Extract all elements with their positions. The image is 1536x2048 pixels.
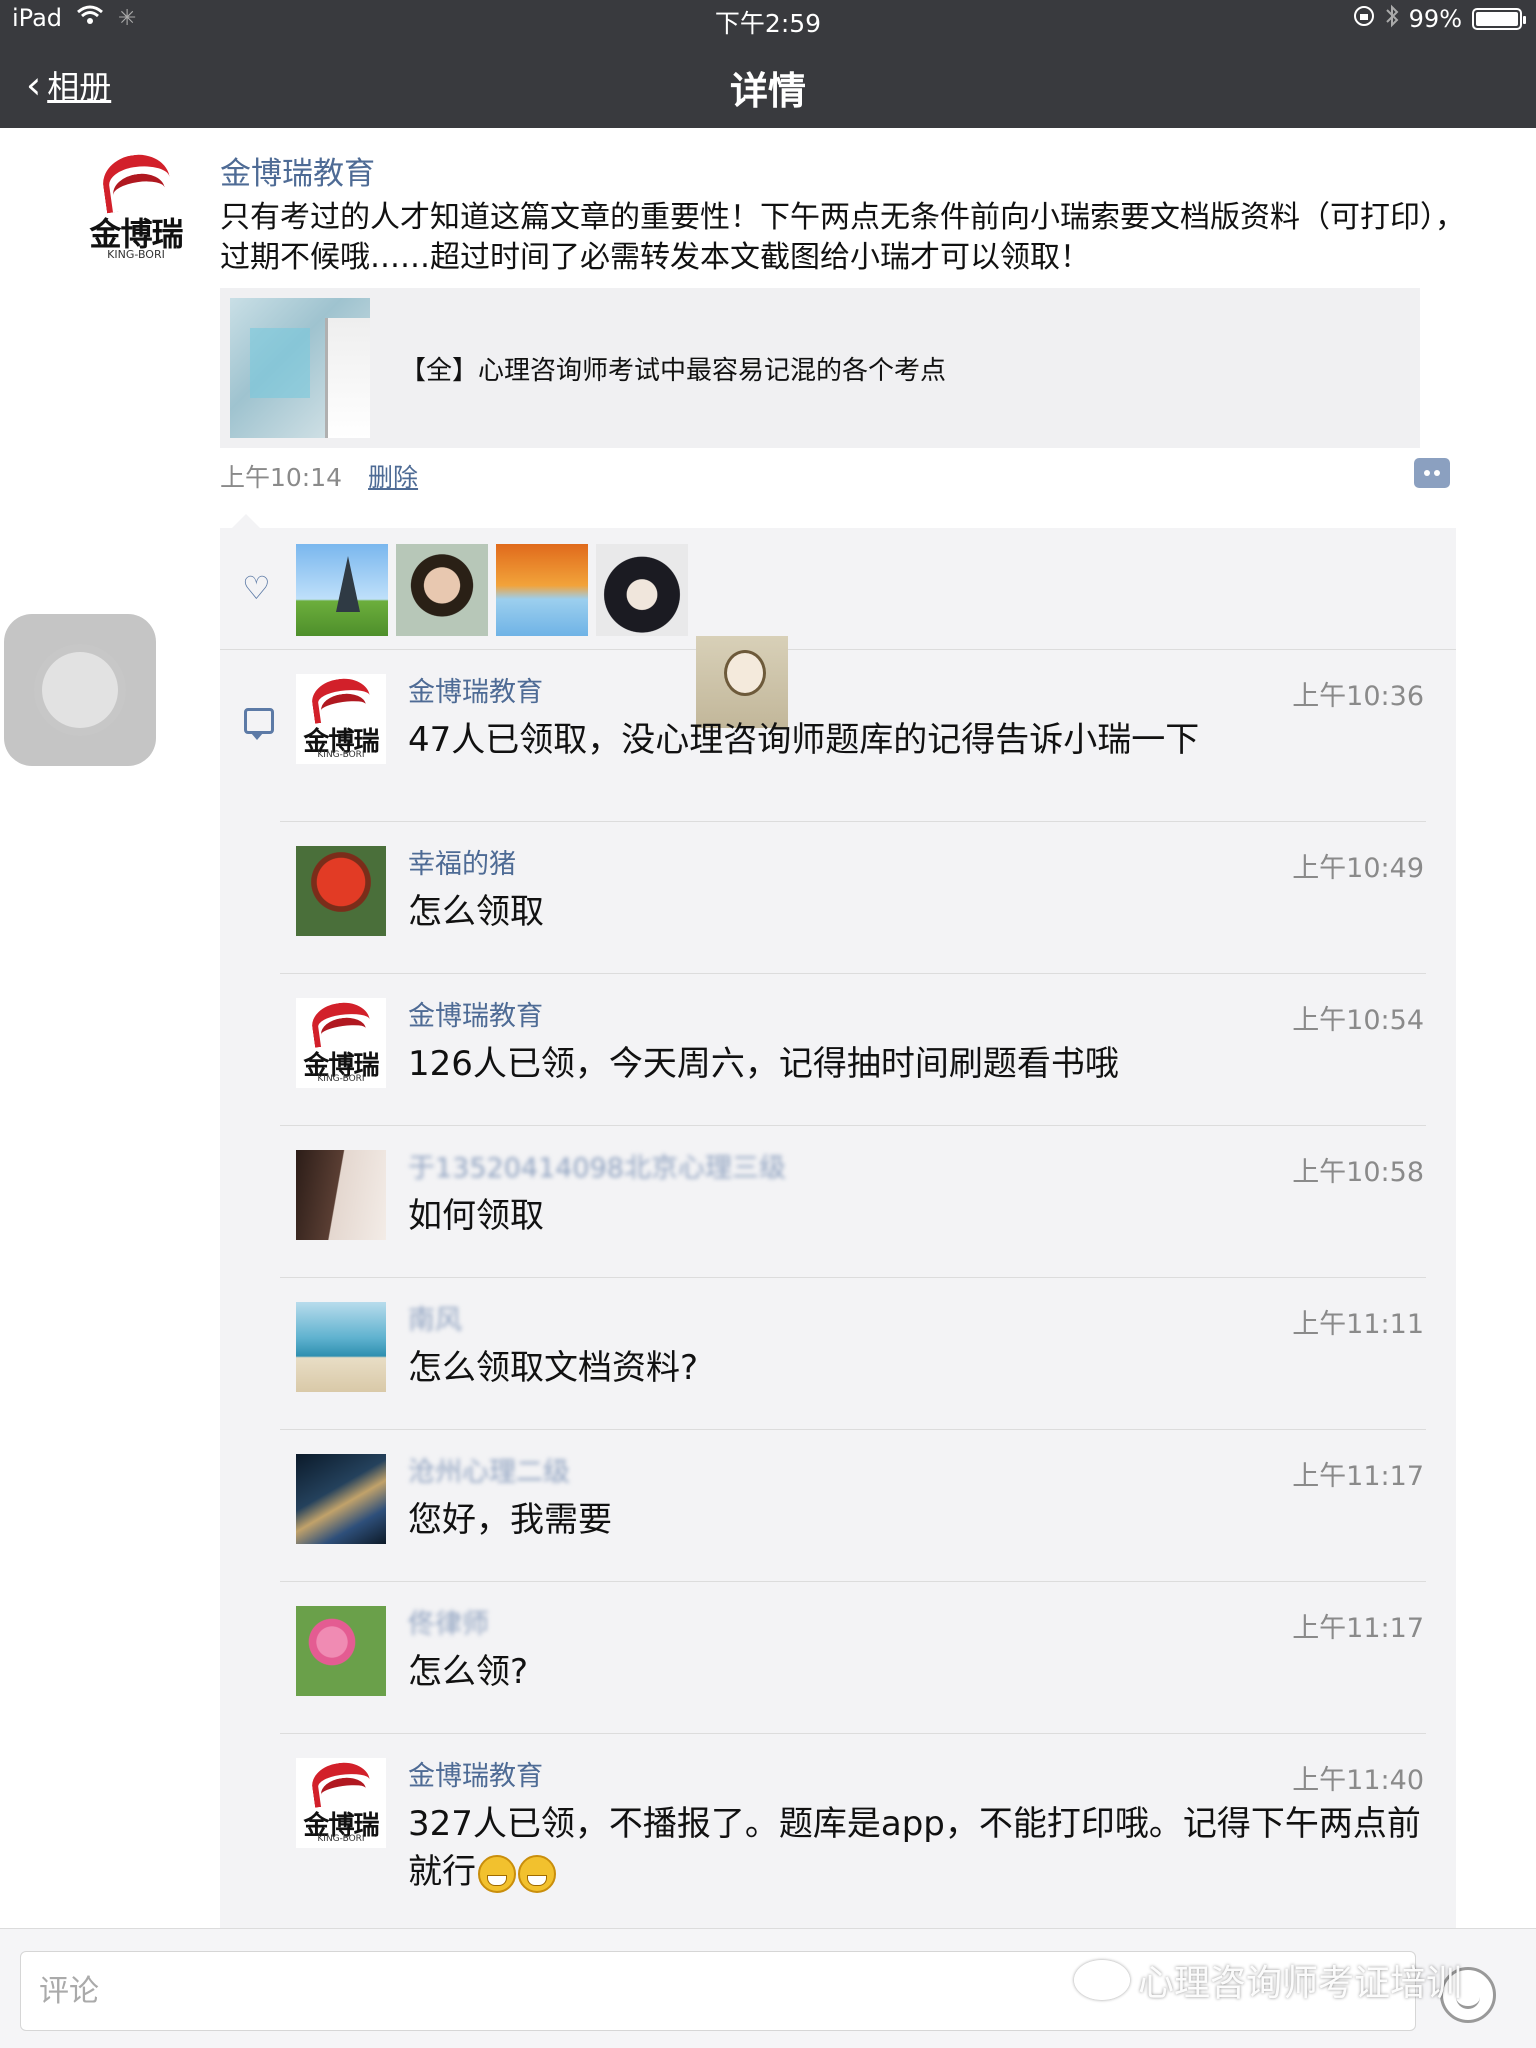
comment-bubble-icon [244, 708, 274, 740]
delete-link[interactable]: 删除 [368, 458, 418, 494]
comment-time: 上午10:54 [1292, 1005, 1424, 1036]
comment-text: 如何领取 [408, 1196, 544, 1236]
commenter-name[interactable]: 南风 [408, 1298, 462, 1337]
status-right: 99% [1353, 4, 1526, 34]
comment-time: 上午11:40 [1292, 1765, 1424, 1796]
comment-text: 怎么领? [408, 1652, 529, 1692]
commenter-name[interactable]: 金博瑞教育 [408, 670, 543, 709]
grin-emoji-icon [478, 1854, 516, 1893]
comment-item[interactable]: 幸福的猪 上午10:49 怎么领取 [280, 822, 1426, 974]
comment-time: 上午11:17 [1292, 1461, 1424, 1492]
logo-sub-text: KING-BORI [317, 1834, 365, 1845]
commenter-name[interactable]: 金博瑞教育 [408, 1754, 543, 1793]
watermark-text: 心理咨询师考证培训 [1138, 1963, 1463, 2004]
post-time: 上午10:14 [220, 463, 343, 492]
commenter-avatar[interactable] [296, 1606, 386, 1696]
logo-sub-text: KING-BORI [317, 1074, 365, 1085]
header: iPad ✳ 下午2:59 99% ‹ 相册 详情 [0, 0, 1536, 128]
nav-bar: ‹ 相册 详情 [0, 44, 1536, 128]
bluetooth-icon [1385, 4, 1399, 34]
comment-item[interactable]: 金博瑞 KING-BORI 金博瑞教育 上午10:54 126人已领，今天周六，… [280, 974, 1426, 1126]
commenter-avatar[interactable] [296, 846, 386, 936]
comment-item[interactable]: 金博瑞 KING-BORI 金博瑞教育 上午11:40 327人已领，不播报了。… [280, 1734, 1426, 1924]
comment-text: 327人已领，不播报了。题库是app，不能打印哦。记得下午两点前就行 [408, 1800, 1428, 1896]
comment-text: 怎么领取文档资料? [408, 1348, 699, 1388]
comment-text-body: 327人已领，不播报了。题库是app，不能打印哦。记得下午两点前就行 [408, 1804, 1421, 1892]
comment-time: 上午11:11 [1292, 1309, 1424, 1340]
interaction-panel: ♡ 金博瑞 KING-BORI 金博瑞教育 上午10:36 47人已领取，没心理… [220, 528, 1456, 1928]
like-avatar[interactable] [596, 544, 688, 636]
comment-time: 上午10:58 [1292, 1157, 1424, 1188]
comment-text: 您好，我需要 [408, 1500, 612, 1540]
link-title: 【全】心理咨询师考试中最容易记混的各个考点 [400, 355, 947, 386]
assistive-touch-button[interactable] [4, 614, 156, 766]
commenter-avatar[interactable] [296, 1150, 386, 1240]
status-time: 下午2:59 [714, 9, 822, 38]
comment-text: 怎么领取 [408, 892, 544, 932]
battery-icon [1472, 8, 1526, 30]
shared-link-card[interactable]: 【全】心理咨询师考试中最容易记混的各个考点 [220, 288, 1420, 448]
post-author-avatar[interactable]: 金博瑞 KING-BORI [84, 148, 188, 266]
likes-row: ♡ [220, 528, 1456, 728]
page-title: 详情 [729, 69, 806, 113]
comment-time: 上午10:36 [1292, 681, 1424, 712]
grin-emoji-icon [518, 1854, 556, 1893]
commenter-name[interactable]: 佟律师 [408, 1602, 489, 1641]
commenter-name[interactable]: 沧州心理二级 [408, 1450, 570, 1489]
commenter-avatar[interactable]: 金博瑞 KING-BORI [296, 998, 386, 1088]
post-author-name[interactable]: 金博瑞教育 [220, 148, 375, 193]
commenter-avatar[interactable]: 金博瑞 KING-BORI [296, 1758, 386, 1848]
comment-text: 47人已领取，没心理咨询师题库的记得告诉小瑞一下 [408, 720, 1200, 760]
panel-pointer [232, 514, 260, 528]
comment-item[interactable]: 南风 上午11:11 怎么领取文档资料? [280, 1278, 1426, 1430]
watermark: 心理咨询师考证培训 [1074, 1954, 1462, 2006]
page: iPad ✳ 下午2:59 99% ‹ 相册 详情 金博瑞 KING-BORI … [0, 0, 1536, 2048]
comment-time: 上午11:17 [1292, 1613, 1424, 1644]
like-avatar[interactable] [496, 544, 588, 636]
comment-item[interactable]: 于13520414098北京心理三级 上午10:58 如何领取 [280, 1126, 1426, 1278]
status-bar: iPad ✳ 下午2:59 99% [0, 0, 1536, 40]
comment-item[interactable]: 佟律师 上午11:17 怎么领? [280, 1582, 1426, 1734]
post-meta: 上午10:14 删除 [220, 458, 418, 494]
post-text: 只有考过的人才知道这篇文章的重要性！下午两点无条件前向小瑞索要文档版资料（可打印… [220, 200, 1465, 275]
assistive-touch-icon [42, 652, 118, 728]
battery-percent: 99% [1408, 5, 1462, 33]
comment-action-button[interactable] [1414, 458, 1450, 488]
logo-sub-text: KING-BORI [317, 750, 365, 761]
wechat-icon [1074, 1960, 1130, 2000]
commenter-avatar[interactable] [296, 1454, 386, 1544]
commenter-name[interactable]: 金博瑞教育 [408, 994, 543, 1033]
heart-icon: ♡ [242, 569, 271, 607]
like-avatar[interactable] [396, 544, 488, 636]
comment-item[interactable]: 沧州心理二级 上午11:17 您好，我需要 [280, 1430, 1426, 1582]
link-thumbnail [230, 298, 370, 438]
commenter-name[interactable]: 幸福的猪 [408, 842, 516, 881]
commenter-name[interactable]: 于13520414098北京心理三级 [408, 1146, 786, 1185]
comment-time: 上午10:49 [1292, 853, 1424, 884]
comment-text: 126人已领，今天周六，记得抽时间刷题看书哦 [408, 1044, 1119, 1084]
commenter-avatar[interactable] [296, 1302, 386, 1392]
comment-item[interactable]: 金博瑞 KING-BORI 金博瑞教育 上午10:36 47人已领取，没心理咨询… [280, 650, 1426, 822]
like-avatar[interactable] [296, 544, 388, 636]
logo-sub-text: KING-BORI [107, 248, 165, 262]
commenter-avatar[interactable]: 金博瑞 KING-BORI [296, 674, 386, 764]
rotation-lock-icon [1353, 5, 1375, 33]
